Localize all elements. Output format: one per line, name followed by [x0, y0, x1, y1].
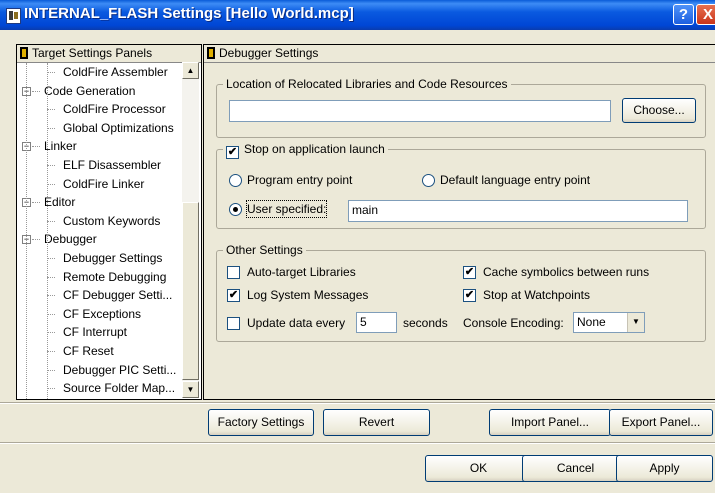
console-encoding-select[interactable]: None ▼ — [573, 312, 645, 333]
other-settings-group: Other Settings Auto-target Libraries ✔ L… — [216, 242, 706, 342]
relocated-libraries-group: Location of Relocated Libraries and Code… — [216, 76, 706, 138]
tree-connector — [47, 388, 55, 390]
tree-item[interactable]: ColdFire Linker — [63, 176, 144, 193]
tree-guide — [26, 63, 27, 399]
tree-connector — [47, 313, 55, 315]
tree-item[interactable]: Debugger — [44, 231, 97, 248]
settings-tree: ColdFire Assembler Code Generation − ColdFi… — [17, 63, 183, 399]
chevron-down-icon[interactable]: ▼ — [627, 313, 644, 332]
auto-target-label: Auto-target Libraries — [247, 265, 356, 279]
scroll-thumb[interactable] — [182, 202, 199, 380]
tree-connector — [47, 183, 55, 185]
update-data-label: Update data every — [247, 316, 346, 330]
other-settings-title: Other Settings — [223, 242, 306, 258]
tree-item[interactable]: Debugger PIC Setti... — [63, 362, 176, 379]
tree-item[interactable]: ELF Disassembler — [63, 157, 161, 174]
debugger-settings-panel: Debugger Settings Location of Relocated … — [203, 44, 715, 400]
close-button[interactable]: X — [696, 4, 715, 25]
tree-connector — [47, 127, 55, 129]
separator-bottom — [0, 442, 715, 444]
tree-connector — [47, 276, 55, 278]
panel-header: Debugger Settings — [204, 45, 715, 63]
relocated-path-input[interactable] — [229, 100, 611, 122]
scroll-up-arrow[interactable]: ▲ — [182, 62, 199, 79]
program-entry-radio[interactable] — [229, 174, 242, 187]
tree-header-label: Target Settings Panels — [32, 46, 153, 60]
tree-connector — [32, 90, 40, 92]
tree-connector — [47, 109, 55, 111]
tree-connector — [47, 165, 55, 166]
stop-on-launch-label: Stop on application launch — [244, 142, 385, 156]
target-settings-panels: Target Settings Panels ColdFire Assemble… — [16, 44, 202, 400]
tree-guide — [47, 63, 48, 399]
tree-connector — [32, 239, 40, 241]
tree-item[interactable]: Custom Keywords — [63, 213, 160, 230]
program-entry-label: Program entry point — [247, 173, 353, 187]
scroll-down-arrow[interactable]: ▼ — [182, 381, 199, 398]
tree-connector — [47, 332, 55, 334]
console-encoding-label: Console Encoding: — [463, 316, 564, 330]
tree-connector — [32, 146, 40, 148]
revert-button[interactable]: Revert — [323, 409, 430, 436]
stop-watchpoints-label: Stop at Watchpoints — [483, 288, 590, 302]
tree-item[interactable]: CF Reset — [63, 343, 114, 360]
tree-item[interactable]: CF Exceptions — [63, 306, 141, 323]
tree-item[interactable]: ColdFire Processor — [63, 101, 166, 118]
user-specified-input[interactable]: main — [348, 200, 688, 222]
tree-item[interactable]: Code Generation — [44, 83, 135, 100]
tree-connector — [47, 220, 55, 222]
console-encoding-value: None — [577, 315, 606, 329]
tree-connector — [47, 72, 55, 73]
cancel-button[interactable]: Cancel — [522, 455, 629, 482]
log-messages-label: Log System Messages — [247, 288, 369, 302]
panel-icon — [207, 47, 215, 59]
import-panel-button[interactable]: Import Panel... — [489, 409, 611, 436]
tree-item[interactable]: CF Debugger Setti... — [63, 287, 172, 304]
cache-symbolics-checkbox[interactable]: ✔ — [463, 266, 476, 279]
default-entry-radio[interactable] — [422, 174, 435, 187]
tree-item[interactable]: Editor — [44, 194, 75, 211]
log-messages-checkbox[interactable]: ✔ — [227, 289, 240, 302]
tree-connector — [47, 369, 55, 371]
update-data-checkbox[interactable] — [227, 317, 240, 330]
tree-scrollbar[interactable]: ▲ ▼ — [182, 62, 199, 398]
tree-connector — [47, 351, 55, 352]
window-title: INTERNAL_FLASH Settings [Hello World.mcp… — [24, 5, 354, 22]
ok-button[interactable]: OK — [425, 455, 532, 482]
tree-item[interactable]: Global Optimizations — [63, 120, 174, 137]
user-specified-label: User specified: — [245, 200, 328, 218]
tree-connector — [47, 295, 55, 297]
stop-on-launch-title: ✔ Stop on application launch — [223, 141, 388, 159]
title-bar[interactable]: INTERNAL_FLASH Settings [Hello World.mcp… — [0, 0, 715, 30]
stop-watchpoints-checkbox[interactable]: ✔ — [463, 289, 476, 302]
tree-item[interactable]: CF Interrupt — [63, 324, 127, 341]
panel-title: Debugger Settings — [219, 46, 319, 60]
tree-item[interactable]: Debugger Settings — [63, 250, 162, 267]
factory-settings-button[interactable]: Factory Settings — [208, 409, 314, 436]
choose-button[interactable]: Choose... — [622, 98, 696, 123]
stop-on-launch-group: ✔ Stop on application launch Program entr… — [216, 141, 706, 229]
stop-on-launch-checkbox[interactable]: ✔ — [226, 146, 239, 159]
update-interval-input[interactable]: 5 — [356, 312, 397, 333]
apply-button[interactable]: Apply — [616, 455, 713, 482]
tree-connector — [47, 258, 55, 259]
tree-item[interactable]: Source Folder Map... — [63, 380, 175, 397]
tree-item[interactable]: Remote Debugging — [63, 269, 166, 286]
tree-header: Target Settings Panels — [17, 45, 201, 63]
auto-target-checkbox[interactable] — [227, 266, 240, 279]
tree-connector — [32, 202, 40, 204]
separator-top — [0, 402, 715, 404]
help-button[interactable]: ? — [673, 4, 694, 25]
tree-item[interactable]: Linker — [44, 138, 77, 155]
cache-symbolics-label: Cache symbolics between runs — [483, 265, 650, 279]
tree-item[interactable]: ColdFire Assembler — [63, 64, 168, 81]
relocated-libraries-title: Location of Relocated Libraries and Code… — [223, 76, 511, 92]
export-panel-button[interactable]: Export Panel... — [609, 409, 713, 436]
panel-icon — [20, 47, 28, 59]
user-specified-radio[interactable] — [229, 203, 242, 216]
app-icon — [6, 8, 21, 24]
default-entry-label: Default language entry point — [440, 173, 591, 187]
seconds-label: seconds — [403, 316, 448, 330]
